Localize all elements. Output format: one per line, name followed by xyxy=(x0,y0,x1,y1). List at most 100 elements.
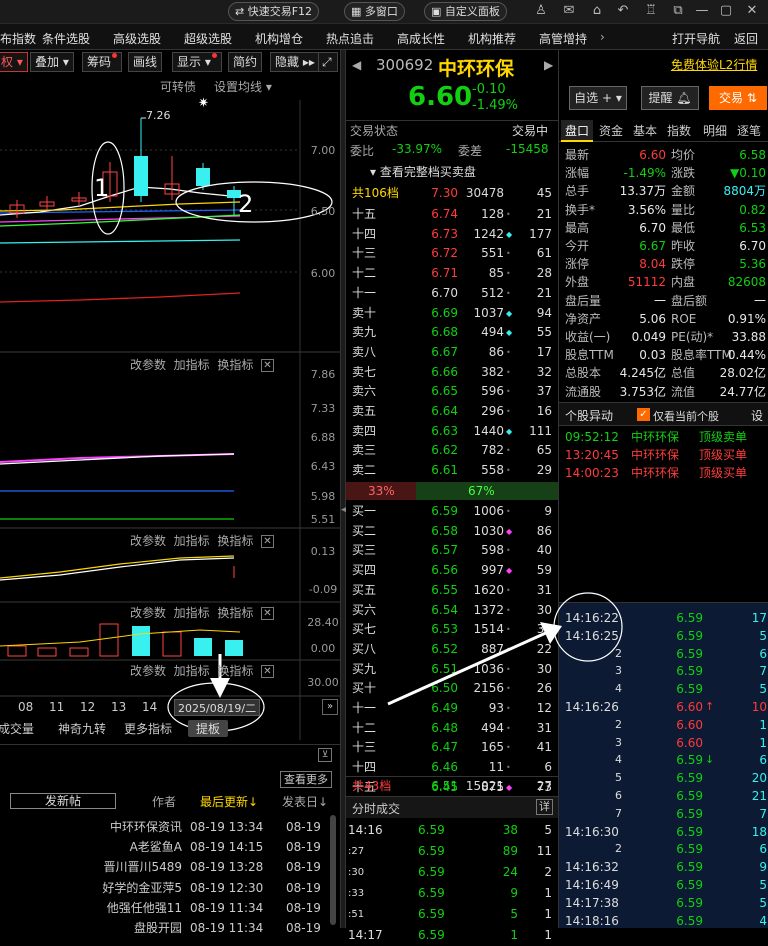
alert-button[interactable]: 提醒 🔔︎ xyxy=(641,86,699,110)
order-book-row[interactable]: 卖九 6.68 494 ◆ 55 xyxy=(346,323,558,342)
minimize-icon[interactable]: — xyxy=(694,3,710,19)
close-icon[interactable]: ✕ xyxy=(260,607,274,620)
menu-item[interactable]: 高成长性 xyxy=(397,30,445,47)
trades-detail-button[interactable]: 详 xyxy=(536,799,553,815)
order-book-row[interactable]: 买一 6.59 1006 • 9 xyxy=(346,502,558,521)
menu-item[interactable]: 高级选股 xyxy=(113,30,161,47)
order-book-row[interactable]: 卖三 6.62 782 • 65 xyxy=(346,441,558,460)
user-icon[interactable]: ♙ xyxy=(533,3,549,19)
tab-magic-nine[interactable]: 神奇九转 xyxy=(58,720,106,737)
move-stock[interactable]: 中环环保 xyxy=(631,446,679,464)
column-post-date[interactable]: 发表日↓ xyxy=(282,793,328,810)
menu-item[interactable]: 机构推荐 xyxy=(468,30,516,47)
move-stock[interactable]: 中环环保 xyxy=(631,464,679,482)
tab-capital[interactable]: 资金 xyxy=(595,120,627,142)
order-book-row[interactable]: 卖四 6.63 1440 ◆ 111 xyxy=(346,422,558,441)
order-book-row[interactable]: 卖八 6.67 86 • 17 xyxy=(346,343,558,362)
news-row[interactable]: 盘股开园 08-19 11:34 08-19 xyxy=(0,918,340,938)
news-row[interactable]: 晋川晋川5489 08-19 13:28 08-19 xyxy=(0,857,340,877)
tab-more-indicators[interactable]: 更多指标 xyxy=(124,720,172,737)
tab-handicap[interactable]: 盘口 xyxy=(561,120,593,142)
swap-indicator-button[interactable]: 换指标 xyxy=(217,358,253,372)
order-book-row[interactable]: 卖五 6.64 296 • 16 xyxy=(346,402,558,421)
change-param-button[interactable]: 改参数 xyxy=(130,606,166,620)
new-post-button[interactable]: 发新帖 xyxy=(10,793,116,809)
order-book-row[interactable]: 买四 6.56 997 ◆ 59 xyxy=(346,561,558,580)
menu-item[interactable]: 布指数 xyxy=(0,30,36,47)
add-indicator-button[interactable]: 加指标 xyxy=(174,664,210,678)
tick-row: 14:18:16 6.59 4 xyxy=(565,913,767,928)
home-icon[interactable]: ⌂ xyxy=(589,3,605,19)
menu-item[interactable]: 热点追击 xyxy=(326,30,374,47)
order-book-row[interactable]: 十四 6.46 11 • 6 xyxy=(346,758,558,777)
column-author[interactable]: 作者 xyxy=(152,793,176,810)
prev-stock-icon[interactable]: ◀ xyxy=(352,58,361,72)
order-book-row[interactable]: 卖十 6.69 1037 ◆ 94 xyxy=(346,304,558,323)
menu-item[interactable]: 条件选股 xyxy=(42,30,90,47)
mail-icon[interactable]: ✉ xyxy=(561,3,577,19)
menu-item[interactable]: 超级选股 xyxy=(184,30,232,47)
chevron-right-icon[interactable]: › xyxy=(600,30,605,44)
multi-window-button[interactable]: ▦ 多窗口 xyxy=(344,2,405,21)
order-book-row[interactable]: 卖六 6.65 596 • 37 xyxy=(346,382,558,401)
column-last-update[interactable]: 最后更新↓ xyxy=(200,793,258,810)
close-icon[interactable]: ✕ xyxy=(260,359,274,372)
scrollbar[interactable] xyxy=(330,815,336,925)
news-row[interactable]: 中环环保资讯 08-19 13:34 08-19 xyxy=(0,817,340,837)
order-book-row[interactable]: 十三 6.72 551 • 61 xyxy=(346,244,558,263)
change-param-button[interactable]: 改参数 xyxy=(130,534,166,548)
news-row[interactable]: 好学的金亚萍5 08-19 12:30 08-19 xyxy=(0,878,340,898)
menu-item[interactable]: 机构增仓 xyxy=(255,30,303,47)
swap-indicator-button[interactable]: 换指标 xyxy=(217,606,253,620)
only-current-label[interactable]: 仅看当前个股 xyxy=(653,408,719,424)
tab-basic[interactable]: 基本 xyxy=(629,120,661,142)
move-stock[interactable]: 中环环保 xyxy=(631,428,679,446)
order-book-row[interactable]: 卖七 6.66 382 • 32 xyxy=(346,363,558,382)
close-icon[interactable]: ✕ xyxy=(744,3,760,19)
menu-item[interactable]: 高管增持 xyxy=(539,30,587,47)
order-book-row[interactable]: 买二 6.58 1030 ◆ 86 xyxy=(346,522,558,541)
order-book-row[interactable]: 卖二 6.61 558 • 29 xyxy=(346,461,558,480)
trade-button[interactable]: 交易 ⇅ xyxy=(709,86,767,110)
scroll-right-icon[interactable]: » xyxy=(322,699,338,715)
move-settings-button[interactable]: 设 xyxy=(751,407,763,424)
change-param-button[interactable]: 改参数 xyxy=(130,358,166,372)
order-book-row[interactable]: 十三 6.47 165 • 41 xyxy=(346,738,558,757)
order-book-row[interactable]: 十二 6.71 85 • 28 xyxy=(346,264,558,283)
change-param-button[interactable]: 改参数 xyxy=(130,664,166,678)
add-indicator-button[interactable]: 加指标 xyxy=(174,358,210,372)
shirt-icon[interactable]: ♖ xyxy=(643,3,659,19)
close-icon[interactable]: ✕ xyxy=(260,665,274,678)
free-l2-link[interactable]: 免费体验L2行情 xyxy=(671,56,757,73)
order-book-row[interactable]: 十四 6.73 1242 ◆ 177 xyxy=(346,225,558,244)
tab-volume[interactable]: 成交量 xyxy=(0,720,34,737)
order-book-row[interactable]: 十二 6.48 494 • 31 xyxy=(346,719,558,738)
news-row[interactable]: 他强任他强11 08-19 11:34 08-19 xyxy=(0,898,340,918)
back-button[interactable]: 返回 xyxy=(734,30,758,47)
next-stock-icon[interactable]: ▶ xyxy=(544,58,553,72)
checkbox-checked-icon[interactable]: ✓ xyxy=(637,408,650,421)
tab-tick[interactable]: 逐笔 xyxy=(733,120,765,142)
tab-board[interactable]: 提板 xyxy=(188,720,229,737)
restore-icon[interactable]: ⧉ xyxy=(670,3,686,19)
open-nav-button[interactable]: 打开导航 xyxy=(672,30,720,47)
close-icon[interactable]: ✕ xyxy=(260,535,274,548)
order-book-row[interactable]: 十五 6.74 128 • 21 xyxy=(346,205,558,224)
order-book-row[interactable]: 十一 6.70 512 • 21 xyxy=(346,284,558,303)
swap-indicator-button[interactable]: 换指标 xyxy=(217,534,253,548)
tab-index[interactable]: 指数 xyxy=(663,120,695,142)
view-more-button[interactable]: 查看更多 xyxy=(280,771,332,788)
watchlist-button[interactable]: 自选 + ▾ xyxy=(569,86,627,110)
tab-detail[interactable]: 明细 xyxy=(699,120,731,142)
custom-panel-button[interactable]: ▣ 自定义面板 xyxy=(424,2,507,21)
maximize-icon[interactable]: ▢ xyxy=(718,3,734,19)
quick-trade-button[interactable]: ⇄ 快速交易F12 xyxy=(228,2,320,21)
news-row[interactable]: A老鲨鱼A 08-19 14:15 08-19 xyxy=(0,837,340,857)
order-book-row[interactable]: 买三 6.57 598 • 40 xyxy=(346,541,558,560)
add-indicator-button[interactable]: 加指标 xyxy=(174,606,210,620)
swap-indicator-button[interactable]: 换指标 xyxy=(217,664,253,678)
undo-icon[interactable]: ↶ xyxy=(615,3,631,19)
collapse-icon[interactable]: ⊻ xyxy=(318,748,332,762)
full-book-link[interactable]: ▾ 查看完整档买卖盘 xyxy=(370,163,476,180)
add-indicator-button[interactable]: 加指标 xyxy=(174,534,210,548)
